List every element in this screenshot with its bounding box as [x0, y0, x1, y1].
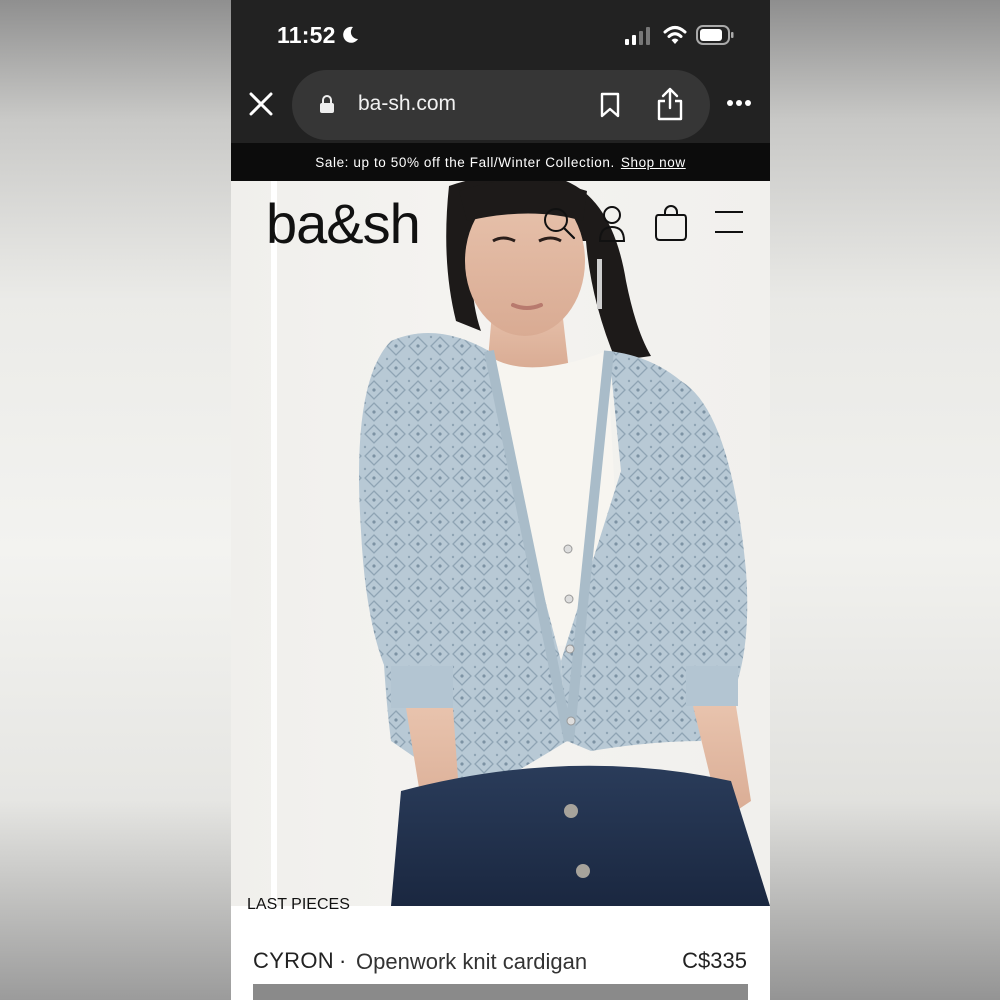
phone-screen: 11:52 ba-sh.com Sale: up to 50% off the … — [231, 0, 770, 1000]
moon-icon — [343, 26, 358, 43]
promo-text: Sale: up to 50% off the Fall/Winter Coll… — [315, 154, 615, 170]
product-price: C$335 — [682, 948, 747, 973]
product-description: Openwork knit cardigan — [356, 949, 588, 974]
model-photo — [359, 181, 770, 906]
brand-logo[interactable]: ba&sh — [266, 191, 421, 256]
address-bar[interactable]: ba-sh.com — [292, 70, 710, 140]
account-icon[interactable] — [597, 203, 627, 243]
url-text: ba-sh.com — [358, 92, 457, 115]
hero-image[interactable]: ba&sh — [231, 181, 770, 906]
last-pieces-badge: LAST PIECES — [247, 896, 350, 913]
menu-icon[interactable] — [714, 209, 744, 235]
promo-banner: Sale: up to 50% off the Fall/Winter Coll… — [231, 143, 770, 181]
product-name: CYRON — [253, 948, 334, 973]
more-icon[interactable] — [726, 99, 752, 107]
status-time: 11:52 — [277, 22, 336, 48]
shop-now-link[interactable]: Shop now — [621, 155, 686, 170]
photo-background-right — [770, 0, 1000, 1000]
photo-background-left — [0, 0, 231, 1000]
browser-toolbar: ba-sh.com — [231, 68, 770, 143]
product-separator: · — [339, 948, 347, 973]
battery-icon — [696, 25, 734, 45]
wifi-icon — [663, 26, 687, 44]
status-bar: 11:52 — [231, 0, 770, 68]
lock-icon — [320, 95, 334, 113]
bookmark-icon[interactable] — [599, 92, 621, 118]
add-to-cart-bar[interactable] — [253, 984, 748, 1000]
share-icon[interactable] — [656, 87, 684, 121]
close-icon[interactable] — [249, 92, 273, 116]
bag-icon[interactable] — [655, 203, 687, 241]
signal-icon — [625, 27, 650, 45]
search-icon[interactable] — [541, 205, 577, 241]
